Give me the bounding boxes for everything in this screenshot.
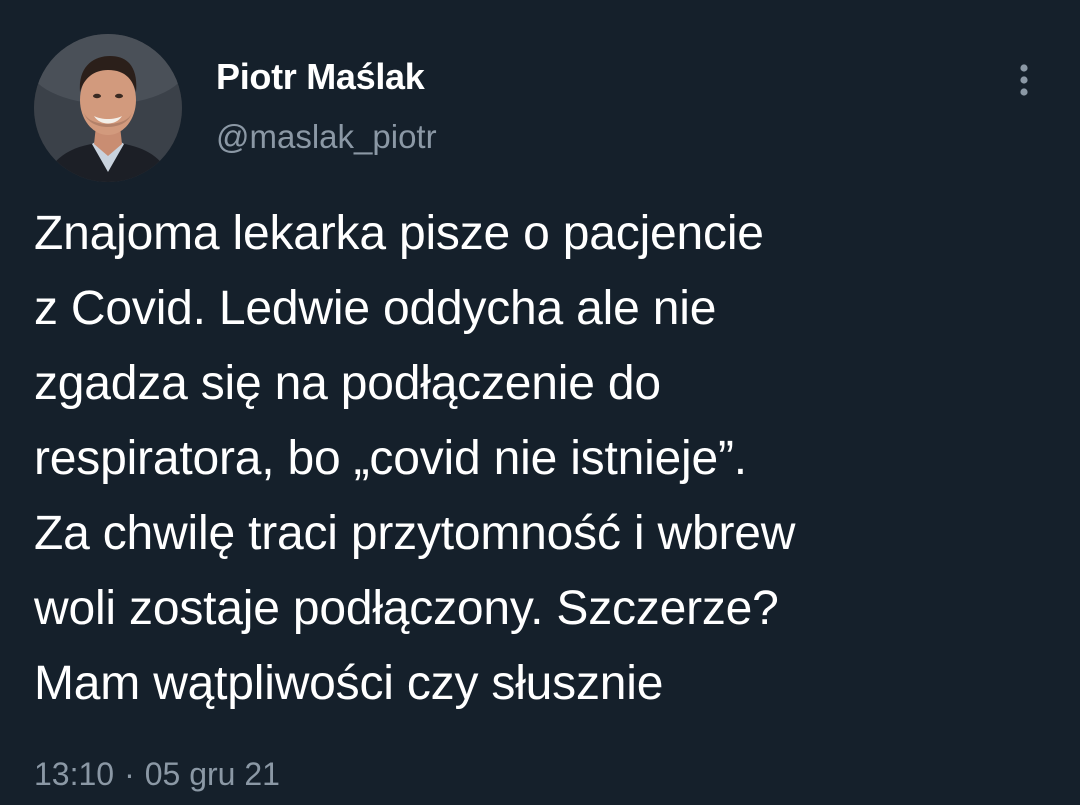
author-display-name[interactable]: Piotr Maślak — [216, 56, 425, 98]
tweet-text-line: Za chwilę traci przytomność i wbrew — [34, 507, 796, 560]
tweet-text-line: Mam wątpliwości czy słusznie — [34, 657, 664, 710]
profile-photo-icon — [34, 34, 182, 182]
author-handle[interactable]: @maslak_piotr — [216, 118, 437, 156]
tweet-text-line: z Covid. Ledwie oddycha ale nie — [34, 282, 717, 335]
tweet-text-line: Znajoma lekarka pisze o pacjencie — [34, 207, 764, 260]
tweet-text-line: zgadza się na podłączenie do — [34, 357, 661, 410]
tweet-text-line: respiratora, bo „covid nie istnieje”. — [34, 432, 747, 485]
tweet-card: Piotr Maślak @maslak_piotr Znajoma lekar… — [0, 0, 1080, 805]
tweet-text-line: woli zostaje podłączony. Szczerze? — [34, 582, 779, 635]
avatar[interactable] — [34, 34, 182, 182]
meta-separator: · — [124, 756, 135, 792]
tweet-date: 05 gru 21 — [144, 756, 280, 792]
tweet-timestamp[interactable]: 13:10 · 05 gru 21 — [34, 756, 280, 793]
more-vertical-icon — [1020, 64, 1028, 96]
tweet-text: Znajoma lekarka pisze o pacjencie z Covi… — [34, 196, 1044, 721]
more-options-button[interactable] — [1004, 58, 1044, 102]
tweet-time: 13:10 — [34, 756, 115, 792]
